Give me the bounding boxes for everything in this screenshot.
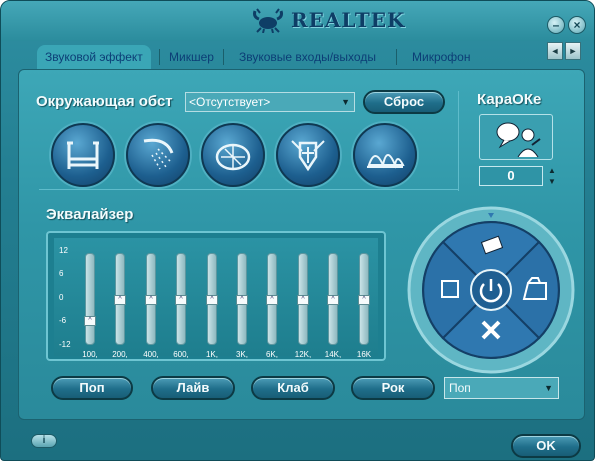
eq-slider-thumb[interactable]: ^ — [175, 295, 187, 305]
playback-dial — [407, 206, 575, 374]
eq-frequency-label: 16K — [356, 350, 372, 359]
karaoke-down-icon[interactable]: ▼ — [546, 177, 558, 187]
tab-audio-io[interactable]: Звуковые входы/выходы — [231, 45, 384, 69]
realtek-logo: REALTEK — [251, 7, 405, 33]
eq-slider[interactable]: ^ — [84, 253, 96, 345]
bath-icon[interactable] — [51, 123, 115, 187]
eq-slider-thumb[interactable]: ^ — [114, 295, 126, 305]
eq-slider-thumb[interactable]: ^ — [84, 316, 96, 326]
knight-icon[interactable] — [276, 123, 340, 187]
eq-frequency-label: 14K, — [324, 350, 342, 359]
tab-microphone[interactable]: Микрофон — [404, 45, 478, 69]
tab-sound-effect[interactable]: Звуковой эффект — [37, 45, 151, 69]
tab-bar: Звуковой эффект Микшер Звуковые входы/вы… — [1, 41, 594, 69]
chevron-down-icon: ▼ — [544, 383, 553, 393]
divider — [39, 189, 459, 190]
karaoke-icon[interactable] — [479, 114, 553, 160]
eq-slider[interactable]: ^ — [145, 253, 157, 345]
karaoke-up-icon[interactable]: ▲ — [546, 166, 558, 176]
equalizer-label: Эквалайзер — [46, 206, 134, 223]
tab-separator — [396, 49, 397, 65]
preset-pop-button[interactable]: Поп — [51, 376, 133, 400]
eq-slider-thumb[interactable]: ^ — [358, 295, 370, 305]
shower-icon[interactable] — [126, 123, 190, 187]
environment-selected-value: <Отсутствует> — [189, 95, 271, 109]
preset-selected-value: Поп — [449, 381, 471, 395]
eq-scale-label: 0 — [59, 293, 64, 302]
preset-rock-button[interactable]: Рок — [351, 376, 435, 400]
eq-slider[interactable]: ^ — [297, 253, 309, 345]
eq-frequency-label: 100, — [82, 350, 98, 359]
preset-select[interactable]: Поп ▼ — [444, 377, 559, 399]
eq-slider-thumb[interactable]: ^ — [236, 295, 248, 305]
karaoke-value[interactable]: 0 — [479, 166, 543, 186]
tab-scroll-right-button[interactable]: ► — [565, 42, 581, 60]
reset-button[interactable]: Сброс — [363, 90, 445, 114]
eq-scale-label: 12 — [59, 246, 68, 255]
eq-scale-label: -6 — [59, 316, 67, 325]
eq-scale-label: 6 — [59, 269, 64, 278]
eq-frequency-label: 12K, — [294, 350, 312, 359]
tab-mixer[interactable]: Микшер — [161, 45, 222, 69]
eq-frequency-label: 6K, — [265, 350, 278, 359]
brand-name: REALTEK — [291, 8, 406, 32]
chevron-down-icon: ▼ — [341, 97, 350, 107]
eq-slider-thumb[interactable]: ^ — [327, 295, 339, 305]
crab-icon — [253, 8, 283, 33]
info-icon[interactable]: i — [31, 434, 57, 448]
eq-slider[interactable]: ^ — [266, 253, 278, 345]
karaoke-label: КараОКе — [477, 91, 542, 108]
eq-frequency-label: 200, — [112, 350, 128, 359]
eq-slider-thumb[interactable]: ^ — [266, 295, 278, 305]
eq-scale-label: -12 — [59, 340, 71, 349]
eq-slider-thumb[interactable]: ^ — [206, 295, 218, 305]
eq-frequency-label: 400, — [143, 350, 159, 359]
eq-slider-thumb[interactable]: ^ — [145, 295, 157, 305]
minimize-button[interactable]: – — [547, 16, 565, 34]
tab-separator — [223, 49, 224, 65]
environment-select[interactable]: <Отсутствует> ▼ — [185, 92, 355, 112]
eq-slider[interactable]: ^ — [175, 253, 187, 345]
divider — [458, 91, 459, 191]
eq-slider-thumb[interactable]: ^ — [297, 295, 309, 305]
close-button[interactable]: × — [568, 16, 586, 34]
eq-slider[interactable]: ^ — [206, 253, 218, 345]
ok-button[interactable]: OK — [511, 434, 581, 458]
preset-live-button[interactable]: Лайв — [151, 376, 235, 400]
opera-house-icon[interactable] — [353, 123, 417, 187]
eq-slider[interactable]: ^ — [358, 253, 370, 345]
stadium-icon[interactable] — [201, 123, 265, 187]
window: REALTEK – × Звуковой эффект Микшер Звуко… — [0, 0, 595, 461]
eq-frequency-label: 600, — [173, 350, 189, 359]
eq-frequency-label: 3K, — [235, 350, 248, 359]
eq-slider[interactable]: ^ — [327, 253, 339, 345]
eq-slider[interactable]: ^ — [236, 253, 248, 345]
tab-separator — [159, 49, 160, 65]
eq-slider[interactable]: ^ — [114, 253, 126, 345]
tab-scroll-left-button[interactable]: ◄ — [547, 42, 563, 60]
title-bar: REALTEK – × — [1, 1, 594, 41]
environment-label: Окружающая обст — [36, 93, 173, 110]
eq-frequency-label: 1K, — [205, 350, 218, 359]
preset-club-button[interactable]: Клаб — [251, 376, 335, 400]
